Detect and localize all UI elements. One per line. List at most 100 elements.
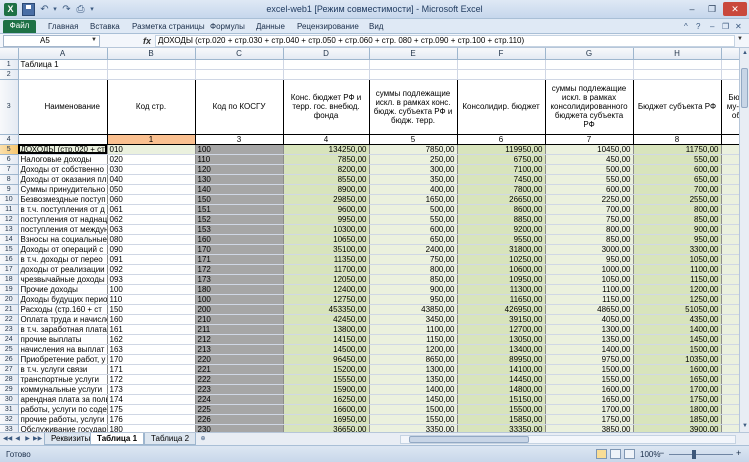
name-cell[interactable]: Оплата труда и начисле <box>18 314 108 325</box>
row-header[interactable]: 4 <box>0 134 19 145</box>
row-header[interactable]: 9 <box>0 184 19 195</box>
first-sheet-icon[interactable]: ◀◀ <box>3 435 12 444</box>
code-cell[interactable]: 092 <box>107 264 196 275</box>
row-header[interactable]: 5 <box>0 144 19 155</box>
value-cell[interactable]: 8200,00 <box>283 164 370 175</box>
expand-formula-bar-icon[interactable]: ▼ <box>737 36 743 42</box>
value-cell[interactable]: 550,00 <box>545 174 634 185</box>
value-cell[interactable]: 453350,00 <box>283 304 370 315</box>
zoom-in-icon[interactable]: + <box>736 449 741 458</box>
cell[interactable] <box>283 59 370 70</box>
code-cell[interactable]: 080 <box>107 234 196 245</box>
next-sheet-icon[interactable]: ▶ <box>23 435 32 444</box>
name-cell[interactable]: Доходы от операций с <box>18 244 108 255</box>
value-cell[interactable]: 500,00 <box>545 164 634 175</box>
sheet-tab-table-2[interactable]: Таблица 2 <box>144 433 197 445</box>
zoom-slider-thumb[interactable] <box>692 450 696 459</box>
code-cell[interactable]: 063 <box>107 224 196 235</box>
value-cell[interactable]: 350,00 <box>369 174 458 185</box>
value-cell[interactable]: 10450,00 <box>545 144 634 155</box>
code-cell[interactable]: 091 <box>107 254 196 265</box>
row-header[interactable]: 3 <box>0 79 19 135</box>
kosgu-cell[interactable]: 153 <box>195 224 284 235</box>
code-cell[interactable]: 050 <box>107 184 196 195</box>
value-cell[interactable]: 4050,00 <box>545 314 634 325</box>
name-cell[interactable]: работы, услуги по соде <box>18 404 108 415</box>
zoom-slider[interactable] <box>669 454 733 455</box>
kosgu-cell[interactable]: 150 <box>195 194 284 205</box>
value-cell[interactable]: 1600,00 <box>545 384 634 395</box>
value-cell[interactable]: 96450,00 <box>283 354 370 365</box>
value-cell[interactable]: 8900,00 <box>283 184 370 195</box>
cell[interactable] <box>283 69 370 80</box>
value-cell[interactable]: 8650,00 <box>369 354 458 365</box>
value-cell[interactable]: 13050,00 <box>457 334 546 345</box>
kosgu-cell[interactable]: 170 <box>195 244 284 255</box>
value-cell[interactable]: 11750,00 <box>633 144 722 155</box>
column-title-cell[interactable]: суммы подлежащие искл. в рамках конс. бю… <box>368 78 458 135</box>
value-cell[interactable]: 1650,00 <box>369 194 458 205</box>
kosgu-cell[interactable]: 151 <box>195 204 284 215</box>
workbook-restore-button[interactable]: ❐ <box>722 22 729 32</box>
code-cell[interactable]: 090 <box>107 244 196 255</box>
value-cell[interactable]: 550,00 <box>633 154 722 165</box>
scroll-up-icon[interactable]: ▲ <box>741 49 749 57</box>
value-cell[interactable]: 1500,00 <box>369 404 458 415</box>
name-cell[interactable]: Доходы от собственно <box>18 164 108 175</box>
value-cell[interactable]: 1750,00 <box>633 394 722 405</box>
value-cell[interactable]: 1400,00 <box>369 384 458 395</box>
cell[interactable] <box>195 59 284 70</box>
code-cell[interactable]: 162 <box>107 334 196 345</box>
row-header[interactable]: 32 <box>0 414 19 425</box>
value-cell[interactable]: 1050,00 <box>633 254 722 265</box>
value-cell[interactable]: 16600,00 <box>283 404 370 415</box>
row-header[interactable]: 8 <box>0 174 19 185</box>
value-cell[interactable]: 15500,00 <box>457 404 546 415</box>
row-header[interactable]: 30 <box>0 394 19 405</box>
tab-formulas[interactable]: Формулы <box>210 21 245 33</box>
row-header[interactable]: 20 <box>0 294 19 305</box>
name-cell[interactable]: чрезвычайные доходы <box>18 274 108 285</box>
value-cell[interactable]: 35100,00 <box>283 244 370 255</box>
code-cell[interactable]: 062 <box>107 214 196 225</box>
restore-button[interactable]: ❐ <box>703 2 721 16</box>
row-header[interactable]: 31 <box>0 404 19 415</box>
value-cell[interactable]: 7450,00 <box>457 174 546 185</box>
kosgu-cell[interactable]: 100 <box>195 294 284 305</box>
value-cell[interactable]: 15150,00 <box>457 394 546 405</box>
row-header[interactable]: 14 <box>0 234 19 245</box>
kosgu-cell[interactable]: 223 <box>195 384 284 395</box>
row-header[interactable]: 11 <box>0 204 19 215</box>
value-cell[interactable]: 31800,00 <box>457 244 546 255</box>
column-title-cell[interactable]: Конс. бюджет РФ и терр. гос. внебюд. фон… <box>282 78 370 135</box>
tab-home[interactable]: Главная <box>48 21 78 33</box>
column-number-cell[interactable] <box>17 133 108 145</box>
value-cell[interactable]: 10600,00 <box>457 264 546 275</box>
value-cell[interactable]: 1350,00 <box>545 334 634 345</box>
value-cell[interactable]: 650,00 <box>369 234 458 245</box>
column-header[interactable]: E <box>369 48 458 60</box>
value-cell[interactable]: 51050,00 <box>633 304 722 315</box>
code-cell[interactable]: 163 <box>107 344 196 355</box>
name-cell[interactable]: прочие выплаты <box>18 334 108 345</box>
value-cell[interactable]: 3850,00 <box>545 424 634 432</box>
cell[interactable] <box>545 69 634 80</box>
code-cell[interactable]: 174 <box>107 394 196 405</box>
value-cell[interactable]: 1500,00 <box>545 364 634 375</box>
value-cell[interactable]: 1450,00 <box>369 394 458 405</box>
value-cell[interactable]: 26650,00 <box>457 194 546 205</box>
value-cell[interactable]: 700,00 <box>633 184 722 195</box>
kosgu-cell[interactable]: 152 <box>195 214 284 225</box>
row-header[interactable]: 21 <box>0 304 19 315</box>
value-cell[interactable]: 3900,00 <box>633 424 722 432</box>
cell[interactable] <box>369 69 458 80</box>
value-cell[interactable]: 1150,00 <box>633 274 722 285</box>
value-cell[interactable]: 1750,00 <box>545 414 634 425</box>
name-cell[interactable]: Взносы на социальные <box>18 234 108 245</box>
row-header[interactable]: 28 <box>0 374 19 385</box>
row-header[interactable]: 33 <box>0 424 19 432</box>
code-cell[interactable]: 061 <box>107 204 196 215</box>
kosgu-cell[interactable]: 210 <box>195 314 284 325</box>
value-cell[interactable]: 6750,00 <box>457 154 546 165</box>
kosgu-cell[interactable]: 120 <box>195 164 284 175</box>
